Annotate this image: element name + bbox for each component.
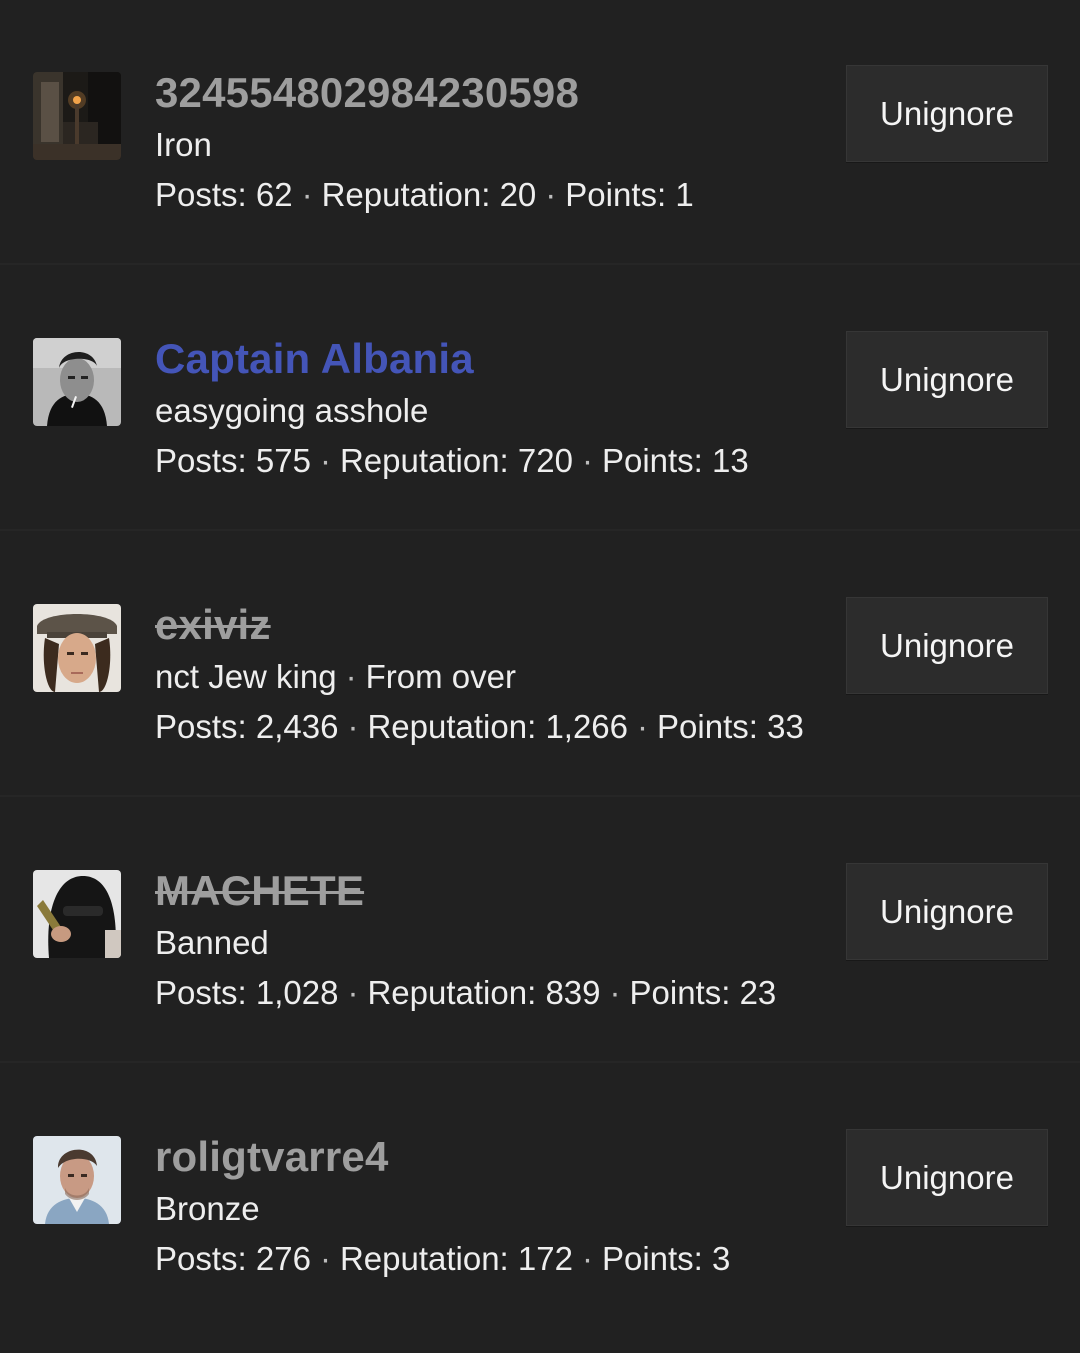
points-label: Points: [601,442,703,479]
posts-count: 1,028 [255,974,339,1011]
user-title-text: nct Jew king [155,658,337,695]
reputation-label: Reputation: [367,708,537,745]
posts-label: Posts: [155,442,247,479]
reputation-count: 1,266 [545,708,629,745]
reputation-label: Reputation: [321,176,491,213]
unignore-button[interactable]: Unignore [846,331,1048,428]
reputation-count: 720 [517,442,573,479]
user-title-text: Bronze [155,1190,260,1227]
posts-label: Posts: [155,974,247,1011]
reputation-count: 20 [499,176,537,213]
posts-count: 62 [255,176,293,213]
list-item: MACHETE Banned Posts: 1,028 · Reputation: … [0,798,1080,1063]
reputation-count: 839 [545,974,601,1011]
user-stats: Posts: 575 · Reputation: 720 · Points: 13 [155,440,835,482]
reputation-label: Reputation: [339,442,509,479]
user-info: Captain Albania easygoing asshole Posts:… [155,332,835,482]
points-count: 3 [712,1240,731,1277]
points-count: 33 [767,708,804,745]
user-info: 324554802984230598 Iron Posts: 62 · Reputa… [155,66,835,216]
user-stats: Posts: 2,436 · Reputation: 1,266 · Points: 3… [155,706,835,748]
points-label: Points: [657,708,758,745]
separator: · [319,442,331,479]
separator: · [347,974,359,1011]
separator: · [345,658,357,695]
posts-label: Posts: [155,708,247,745]
ignored-users-list: 324554802984230598 Iron Posts: 62 · Reputa… [0,0,1080,1353]
user-stats: Posts: 276 · Reputation: 172 · Points: 3 [155,1238,835,1280]
user-stats: Posts: 1,028 · Reputation: 839 · Points: 23 [155,972,835,1014]
points-label: Points: [565,176,667,213]
list-item: roligtvarre4 Bronze Posts: 276 · Reputatio… [0,1064,1080,1329]
posts-label: Posts: [155,176,247,213]
points-label: Points: [629,974,731,1011]
separator: · [581,1240,593,1277]
points-count: 13 [712,442,749,479]
unignore-button[interactable]: Unignore [846,65,1048,162]
avatar[interactable] [33,604,121,692]
posts-label: Posts: [155,1240,247,1277]
user-location: From over [365,658,516,695]
reputation-label: Reputation: [367,974,537,1011]
reputation-label: Reputation: [339,1240,509,1277]
avatar[interactable] [33,338,121,426]
separator: · [609,974,621,1011]
user-title-text: Iron [155,126,212,163]
separator: · [301,176,313,213]
separator: · [347,708,359,745]
user-title: Bronze [155,1188,835,1230]
user-stats: Posts: 62 · Reputation: 20 · Points: 1 [155,174,835,216]
username-link[interactable]: Captain Albania [155,332,835,386]
list-item: 324554802984230598 Iron Posts: 62 · Reputa… [0,0,1080,265]
username-link[interactable]: exiviz [155,598,835,652]
user-title-text: easygoing asshole [155,392,429,429]
unignore-button[interactable]: Unignore [846,1129,1048,1226]
bw-portrait-avatar-icon [33,338,121,426]
username-link[interactable]: roligtvarre4 [155,1130,835,1184]
points-label: Points: [601,1240,703,1277]
username-link[interactable]: 324554802984230598 [155,66,835,120]
user-title-text: Banned [155,924,269,961]
avatar[interactable] [33,870,121,958]
separator: · [637,708,649,745]
user-title: nct Jew king · From over [155,656,835,698]
reputation-count: 172 [517,1240,573,1277]
posts-count: 575 [255,442,311,479]
user-title: Banned [155,922,835,964]
posts-count: 276 [255,1240,311,1277]
user-info: roligtvarre4 Bronze Posts: 276 · Reputatio… [155,1130,835,1280]
avatar[interactable] [33,72,121,160]
user-title: easygoing asshole [155,390,835,432]
avatar[interactable] [33,1136,121,1224]
points-count: 23 [739,974,777,1011]
man-portrait-avatar-icon [33,1136,121,1224]
separator: · [581,442,593,479]
list-item: Captain Albania easygoing asshole Posts:… [0,266,1080,531]
unignore-button[interactable]: Unignore [846,597,1048,694]
dark-photo-avatar-icon [33,72,121,160]
user-title: Iron [155,124,835,166]
hat-portrait-avatar-icon [33,604,121,692]
user-info: MACHETE Banned Posts: 1,028 · Reputation: … [155,864,835,1014]
username-link[interactable]: MACHETE [155,864,835,918]
list-item: exiviz nct Jew king · From over Posts: 2,4… [0,532,1080,797]
separator: · [545,176,557,213]
points-count: 1 [675,176,694,213]
user-info: exiviz nct Jew king · From over Posts: 2,4… [155,598,835,748]
unignore-button[interactable]: Unignore [846,863,1048,960]
masked-person-avatar-icon [33,870,121,958]
posts-count: 2,436 [255,708,339,745]
separator: · [319,1240,331,1277]
